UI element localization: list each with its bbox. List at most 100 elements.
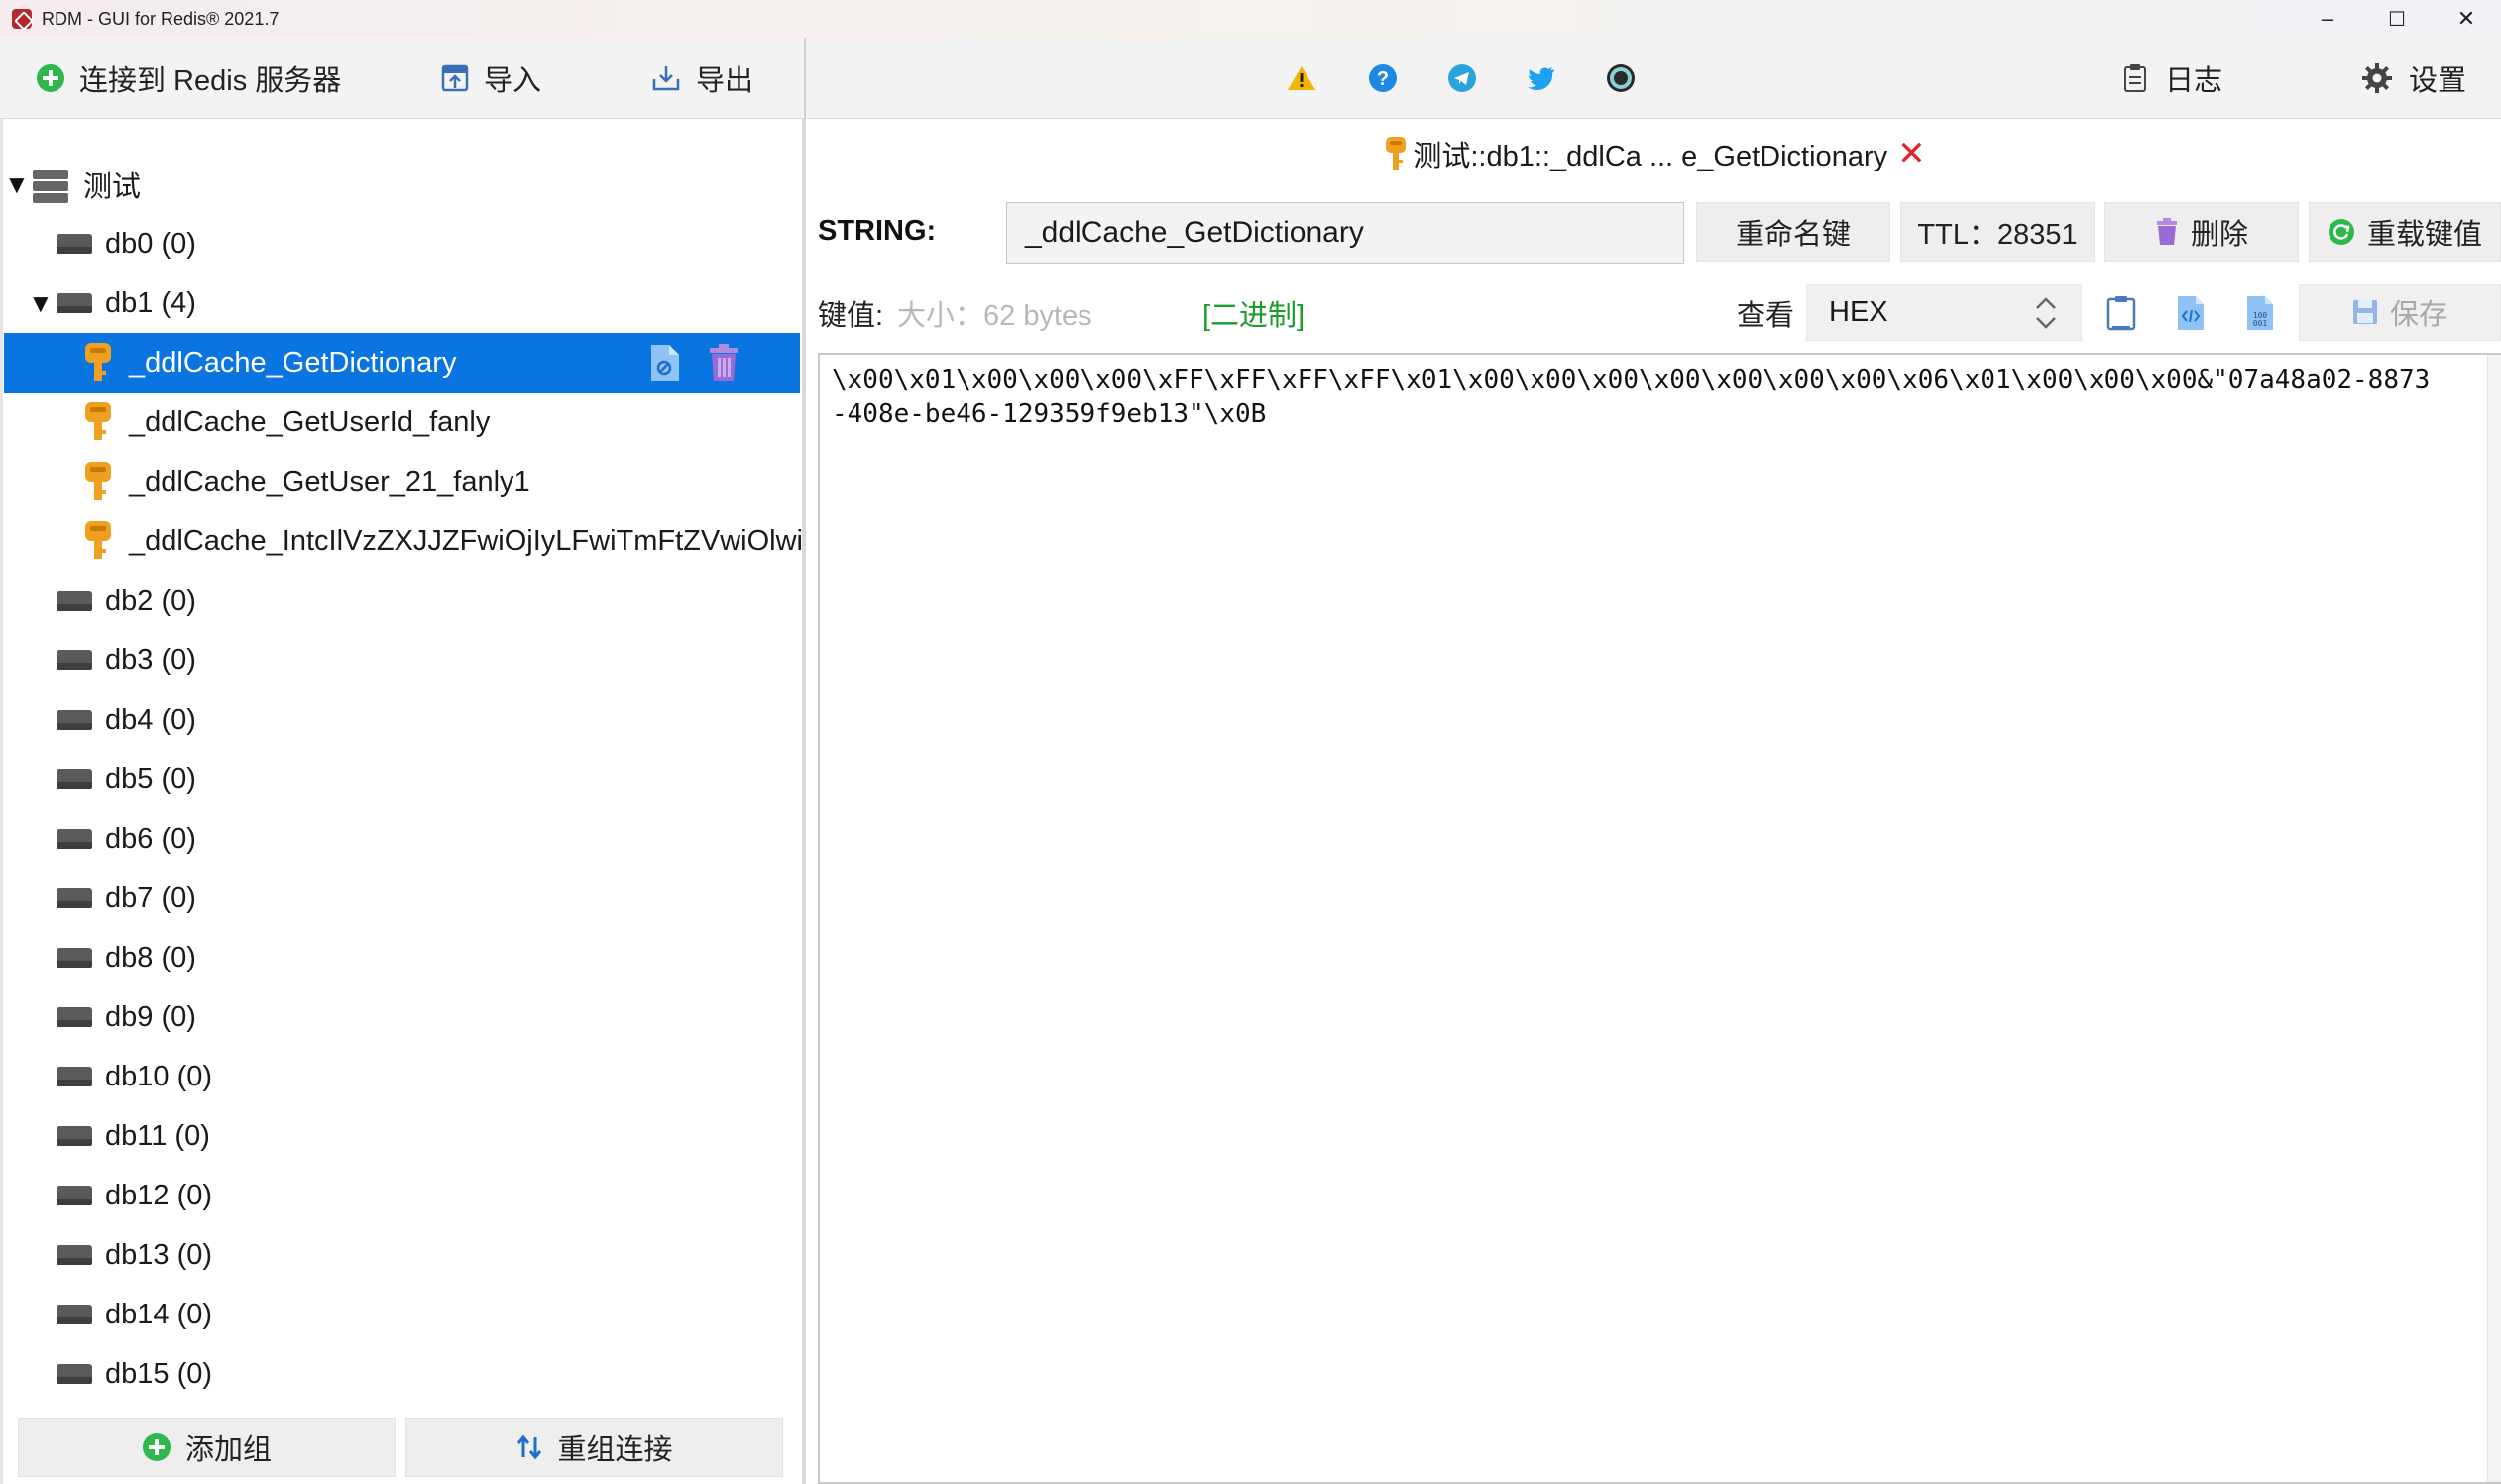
key-icon [83, 460, 113, 512]
help-icon[interactable]: ? [1368, 63, 1398, 93]
toolbar-left: 连接到 Redis 服务器 导入 导出 [0, 38, 806, 119]
tree-db-row[interactable]: db4 (0) [0, 690, 802, 749]
code-view-icon[interactable] [2170, 291, 2212, 335]
sort-arrows-icon [515, 1433, 543, 1461]
plus-circle-icon [142, 1432, 171, 1462]
tree-key-row[interactable]: _ddlCache_IntcIlVzZXJJZFwiOjIyLFwiTmFtZV… [0, 512, 802, 571]
import-button[interactable]: 导入 [440, 38, 541, 119]
tree-db-row-expanded[interactable]: ▼ db1 (4) [0, 274, 802, 333]
db-label: db11 (0) [105, 1119, 210, 1152]
close-tab-icon[interactable]: ✕ [1897, 134, 1926, 173]
view-mode-select[interactable]: HEX [1806, 284, 2082, 341]
minimize-button[interactable]: – [2293, 0, 2362, 38]
tree-db-row[interactable]: db11 (0) [0, 1106, 802, 1166]
svg-text:001: 001 [2253, 319, 2268, 328]
value-text[interactable]: \x00\x01\x00\x00\x00\xFF\xFF\xFF\xFF\x01… [832, 363, 2501, 432]
export-icon [650, 63, 682, 93]
value-label: 键值: [818, 300, 884, 332]
value-editor-panel: 测试::db1::_ddlCa ... e_GetDictionary ✕ ST… [810, 119, 2501, 1484]
tree-db-row[interactable]: db15 (0) [0, 1344, 802, 1404]
reload-label: 重载键值 [2366, 219, 2482, 251]
database-icon [56, 707, 93, 733]
tree-db-row[interactable]: db12 (0) [0, 1166, 802, 1225]
maximize-button[interactable]: ☐ [2362, 0, 2432, 38]
save-label: 保存 [2389, 299, 2447, 331]
db-label: db7 (0) [105, 881, 196, 914]
view-mode-label: 查看 [1737, 300, 1795, 332]
vertical-scrollbar[interactable] [2487, 355, 2501, 1482]
gear-icon [2361, 62, 2393, 94]
tree-key-row[interactable]: _ddlCache_GetUser_21_fanly1 [0, 452, 802, 512]
tree-db-row[interactable]: db7 (0) [0, 868, 802, 928]
import-label: 导入 [484, 65, 542, 97]
value-editor[interactable]: \x00\x01\x00\x00\x00\xFF\xFF\xFF\xFF\x01… [818, 353, 2501, 1484]
database-icon [56, 1064, 93, 1089]
export-button[interactable]: 导出 [650, 38, 753, 119]
settings-button[interactable]: 设置 [2361, 38, 2466, 119]
editor-tab[interactable]: 测试::db1::_ddlCa ... e_GetDictionary ✕ [810, 119, 2501, 188]
tree-db-row[interactable]: db6 (0) [0, 809, 802, 868]
tree-db-row[interactable]: db14 (0) [0, 1285, 802, 1344]
trash-icon[interactable] [707, 343, 740, 383]
copy-key-icon[interactable] [647, 343, 681, 383]
clipboard-icon [2123, 63, 2147, 93]
reload-value-button[interactable]: 重载键值 [2309, 202, 2501, 262]
tree-connection-row[interactable]: ▼ 测试 [0, 155, 802, 214]
expand-arrow-icon[interactable]: ▼ [28, 288, 54, 319]
db-label: db12 (0) [105, 1179, 213, 1211]
binary-view-icon[interactable]: 100 001 [2239, 291, 2281, 335]
add-group-button[interactable]: 添加组 [18, 1418, 396, 1477]
delete-key-button[interactable]: 删除 [2104, 202, 2299, 262]
ttl-button[interactable]: TTL：28351 [1900, 202, 2095, 262]
db-label: db14 (0) [105, 1298, 213, 1330]
floppy-disk-icon [2352, 299, 2378, 325]
rename-key-button[interactable]: 重命名键 [1696, 202, 1890, 262]
value-line-2: -408e-be46-129359f9eb13"\x0B [832, 400, 1267, 429]
main-toolbar: 连接到 Redis 服务器 导入 导出 ? 日志 设置 [0, 38, 2501, 119]
close-window-button[interactable]: ✕ [2432, 0, 2501, 38]
tree-db-row[interactable]: db5 (0) [0, 749, 802, 809]
tree-db-row[interactable]: db8 (0) [0, 928, 802, 987]
key-icon [83, 400, 113, 452]
database-icon [56, 945, 93, 970]
save-value-button[interactable]: 保存 [2299, 284, 2501, 341]
tree-key-row-selected[interactable]: _ddlCache_GetDictionary [4, 333, 800, 393]
connect-button[interactable]: 连接到 Redis 服务器 [36, 38, 341, 119]
key-icon [83, 519, 113, 571]
database-icon [56, 647, 93, 673]
tree-db-row[interactable]: db0 (0) [0, 214, 802, 274]
key-label: _ddlCache_GetDictionary [129, 346, 457, 379]
view-mode-value: HEX [1829, 295, 1888, 328]
key-label: _ddlCache_GetUser_21_fanly1 [129, 465, 530, 498]
tree-db-row[interactable]: db3 (0) [0, 630, 802, 690]
telegram-icon[interactable] [1447, 63, 1477, 93]
plus-circle-icon [36, 63, 65, 93]
log-button[interactable]: 日志 [2123, 38, 2222, 119]
key-label: _ddlCache_IntcIlVzZXJJZFwiOjIyLFwiTmFtZV… [129, 524, 802, 557]
tree-db-row[interactable]: db2 (0) [0, 571, 802, 630]
database-icon [56, 826, 93, 852]
key-name-input[interactable]: _ddlCache_GetDictionary [1006, 202, 1684, 264]
tree-db-row[interactable]: db13 (0) [0, 1225, 802, 1285]
window-title: RDM - GUI for Redis® 2021.7 [42, 8, 280, 29]
binary-indicator: [二进制] [1202, 300, 1306, 332]
connection-tree-panel: ▼ 测试 db0 (0) ▼ db1 (4) _ddlCache_GetDict… [0, 119, 806, 1484]
regroup-connections-button[interactable]: 重组连接 [405, 1418, 783, 1477]
twitter-icon[interactable] [1527, 65, 1556, 91]
database-icon [56, 1183, 93, 1208]
database-icon [56, 1361, 93, 1387]
github-icon[interactable] [1606, 63, 1636, 93]
chevron-up-down-icon [2033, 292, 2059, 334]
db-label: db6 (0) [105, 822, 196, 855]
copy-value-icon[interactable] [2101, 291, 2142, 335]
tree-db-row[interactable]: db9 (0) [0, 987, 802, 1047]
warning-icon[interactable] [1287, 64, 1316, 92]
key-row-actions [647, 343, 740, 383]
connect-label: 连接到 Redis 服务器 [79, 65, 342, 97]
svg-text:?: ? [1377, 68, 1389, 90]
tree-db-row[interactable]: db10 (0) [0, 1047, 802, 1106]
db-label: db9 (0) [105, 1000, 196, 1033]
db-label: db10 (0) [105, 1060, 213, 1092]
tree-key-row[interactable]: _ddlCache_GetUserId_fanly [0, 393, 802, 452]
expand-arrow-icon[interactable]: ▼ [4, 170, 30, 200]
